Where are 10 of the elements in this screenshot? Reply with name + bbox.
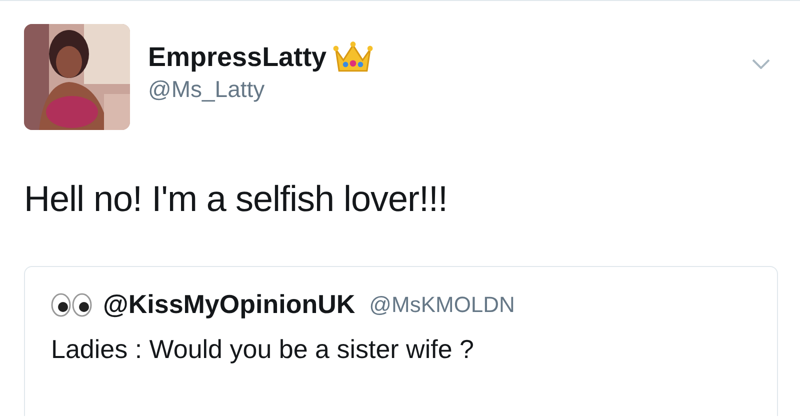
- tweet-text: Hell no! I'm a selfish lover!!!: [24, 178, 449, 220]
- quoted-tweet-card[interactable]: @KissMyOpinionUK @MsKMOLDN Ladies : Would you be a sister wife ?: [24, 266, 778, 416]
- user-handle: @Ms_Latty: [148, 76, 266, 103]
- chevron-down-icon[interactable]: [752, 59, 770, 69]
- quoted-tweet-text: Ladies : Would you be a sister wife ?: [51, 334, 475, 365]
- crown-icon: [332, 41, 373, 73]
- quoted-user-handle: @MsKMOLDN: [369, 292, 515, 318]
- display-name: EmpressLatty: [148, 42, 327, 72]
- quoted-display-name: @KissMyOpinionUK: [103, 289, 356, 320]
- eyes-icon: [51, 292, 93, 316]
